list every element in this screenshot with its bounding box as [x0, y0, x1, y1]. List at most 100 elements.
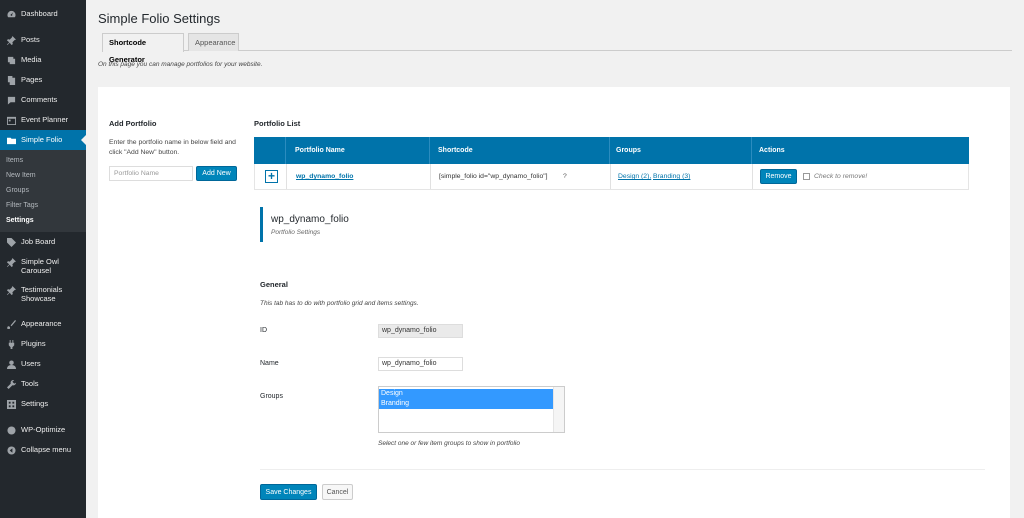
- menu-plugins[interactable]: Plugins: [0, 334, 86, 354]
- groups-help-text: Select one or few item groups to show in…: [378, 440, 520, 447]
- menu-event-planner[interactable]: Event Planner: [0, 110, 86, 130]
- portfolio-name-input[interactable]: [109, 166, 193, 181]
- menu-label: Settings: [21, 399, 49, 408]
- optimize-icon: [6, 425, 16, 435]
- shortcode-text: [simple_folio id="wp_dynamo_folio"]: [439, 173, 548, 180]
- menu-label: Testimonials Showcase: [21, 285, 63, 303]
- settings-tabs: Shortcode Generator Appearance: [102, 33, 1012, 64]
- menu-users[interactable]: Users: [0, 354, 86, 374]
- portfolio-name-link[interactable]: wp_dynamo_folio: [296, 173, 353, 180]
- menu-label: Plugins: [21, 339, 46, 348]
- col-portfolio-name: Portfolio Name: [295, 147, 345, 154]
- col-shortcode: Shortcode: [438, 147, 473, 154]
- menu-comments[interactable]: Comments: [0, 90, 86, 110]
- group-branding-link[interactable]: Branding (3): [653, 173, 690, 180]
- shortcode-help-icon[interactable]: ?: [563, 173, 567, 180]
- menu-media[interactable]: Media: [0, 50, 86, 70]
- save-changes-button[interactable]: Save Changes: [260, 484, 317, 500]
- wrench-icon: [6, 379, 16, 389]
- name-field[interactable]: wp_dynamo_folio: [378, 357, 463, 371]
- menu-label: WP-Optimize: [21, 425, 66, 434]
- cancel-button[interactable]: Cancel: [322, 484, 353, 500]
- menu-settings[interactable]: Settings: [0, 394, 86, 414]
- tab-appearance[interactable]: Appearance: [188, 33, 239, 51]
- submenu-filter-tags[interactable]: Filter Tags: [0, 198, 86, 213]
- tab-shortcode-generator[interactable]: Shortcode Generator: [102, 33, 184, 64]
- tag-icon: [6, 237, 16, 247]
- users-icon: [6, 359, 16, 369]
- media-icon: [6, 55, 16, 65]
- submenu-groups[interactable]: Groups: [0, 183, 86, 198]
- menu-wp-optimize[interactable]: WP-Optimize: [0, 420, 86, 440]
- menu-pages[interactable]: Pages: [0, 70, 86, 90]
- menu-job-board[interactable]: Job Board: [0, 232, 86, 252]
- menu-posts[interactable]: Posts: [0, 30, 86, 50]
- menu-label: Users: [21, 359, 41, 368]
- submenu-items[interactable]: Items: [0, 153, 86, 168]
- id-label: ID: [260, 327, 267, 334]
- brush-icon: [6, 319, 16, 329]
- table-header: Portfolio Name Shortcode Groups Actions: [254, 137, 969, 164]
- menu-simple-owl-carousel[interactable]: Simple Owl Carousel: [0, 252, 86, 280]
- collapse-icon: [6, 445, 16, 455]
- menu-label: Event Planner: [21, 115, 69, 124]
- group-design-link[interactable]: Design (2),: [618, 173, 651, 180]
- settings-icon: [6, 399, 16, 409]
- submenu-new-item[interactable]: New Item: [0, 168, 86, 183]
- groups-scrollbar[interactable]: [553, 387, 564, 432]
- pin-icon: [6, 35, 16, 45]
- menu-dashboard[interactable]: Dashboard: [0, 4, 86, 24]
- groups-multiselect[interactable]: Design Branding: [378, 386, 565, 433]
- add-portfolio-description: Enter the portfolio name in below field …: [109, 139, 236, 156]
- plugin-icon: [6, 339, 16, 349]
- folder-icon: [6, 135, 16, 145]
- id-field: wp_dynamo_folio: [378, 324, 463, 338]
- portfolio-settings-header: wp_dynamo_folio Portfolio Settings: [260, 207, 349, 242]
- add-new-button[interactable]: Add New: [196, 166, 237, 181]
- menu-label: Simple Folio: [21, 135, 63, 144]
- general-description: This tab has to do with portfolio grid a…: [260, 300, 419, 307]
- admin-sidebar: Dashboard Posts Media Pages Comments Eve…: [0, 0, 86, 518]
- menu-label: Posts: [21, 35, 40, 44]
- portfolio-list-heading: Portfolio List: [254, 119, 301, 128]
- menu-label: Tools: [21, 379, 39, 388]
- pin-icon: [6, 257, 16, 267]
- remove-check-label: Check to remove!: [814, 173, 868, 180]
- col-actions: Actions: [759, 147, 785, 154]
- group-option-design[interactable]: Design: [379, 389, 553, 399]
- col-groups: Groups: [616, 147, 641, 154]
- menu-label: Collapse menu: [21, 445, 72, 454]
- menu-appearance[interactable]: Appearance: [0, 314, 86, 334]
- intro-text: On this page you can manage portfolios f…: [98, 61, 263, 68]
- groups-label: Groups: [260, 393, 283, 400]
- page-title: Simple Folio Settings: [98, 11, 221, 26]
- menu-label: Pages: [21, 75, 43, 84]
- remove-checkbox[interactable]: [803, 173, 810, 180]
- menu-tools[interactable]: Tools: [0, 374, 86, 394]
- settings-panel: Add Portfolio Enter the portfolio name i…: [98, 87, 1010, 518]
- submenu-settings[interactable]: Settings: [0, 213, 86, 228]
- table-row: + wp_dynamo_folio [simple_folio id="wp_d…: [254, 164, 969, 190]
- simple-folio-submenu: Items New Item Groups Filter Tags Settin…: [0, 150, 86, 232]
- menu-label: Appearance: [21, 319, 62, 328]
- menu-simple-folio[interactable]: Simple Folio: [0, 130, 86, 150]
- menu-label: Job Board: [21, 237, 56, 246]
- main-content: Simple Folio Settings Shortcode Generato…: [86, 0, 1024, 518]
- calendar-icon: [6, 115, 16, 125]
- menu-collapse[interactable]: Collapse menu: [0, 440, 86, 460]
- menu-label: Dashboard: [21, 9, 58, 18]
- menu-testimonials-showcase[interactable]: Testimonials Showcase: [0, 280, 86, 308]
- name-label: Name: [260, 360, 279, 367]
- pages-icon: [6, 75, 16, 85]
- remove-button[interactable]: Remove: [760, 169, 797, 184]
- group-option-branding[interactable]: Branding: [379, 399, 553, 409]
- add-portfolio-heading: Add Portfolio: [109, 119, 157, 128]
- expand-icon[interactable]: +: [265, 170, 278, 183]
- divider: [260, 469, 985, 470]
- general-heading: General: [260, 280, 288, 289]
- portfolio-table: Portfolio Name Shortcode Groups Actions …: [254, 137, 969, 190]
- menu-label: Media: [21, 55, 42, 64]
- pin-icon: [6, 285, 16, 295]
- settings-title: wp_dynamo_folio: [271, 214, 349, 225]
- comment-icon: [6, 95, 16, 105]
